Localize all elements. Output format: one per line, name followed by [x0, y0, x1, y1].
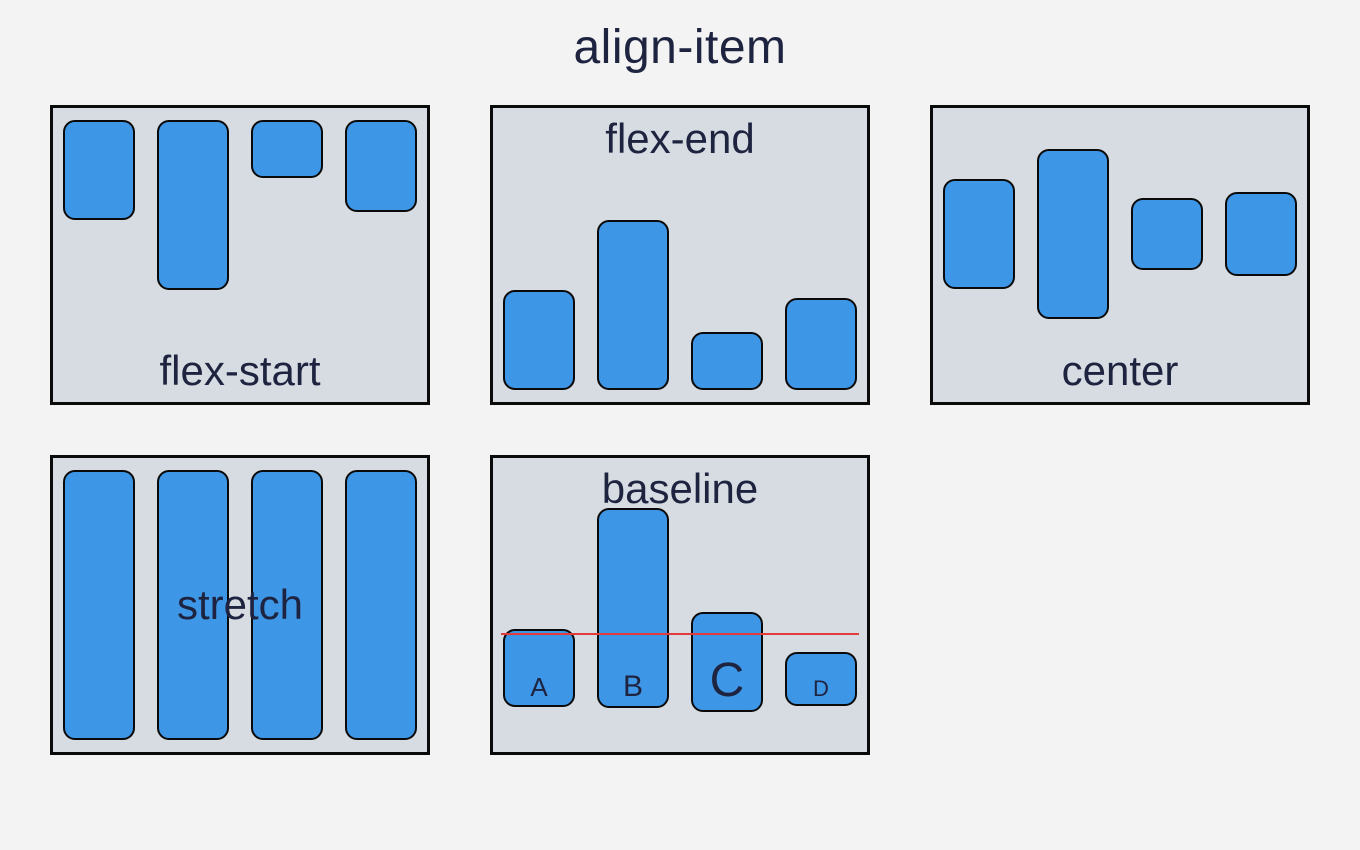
flex-item — [943, 179, 1015, 289]
flex-item — [691, 332, 763, 390]
panel-flex-start: flex-start — [50, 105, 430, 405]
flex-item — [251, 470, 323, 740]
panel-label-flex-start: flex-start — [53, 350, 427, 392]
baseline-items: A B C D — [503, 518, 857, 740]
flex-item — [345, 470, 417, 740]
flex-item — [157, 120, 229, 290]
page-title: align-item — [40, 20, 1320, 75]
panel-center: center — [930, 105, 1310, 405]
panel-label-flex-end: flex-end — [493, 118, 867, 160]
center-items — [943, 120, 1297, 347]
flex-item — [785, 298, 857, 390]
item-text: B — [623, 670, 643, 704]
flex-item — [503, 290, 575, 390]
item-text: C — [710, 653, 745, 708]
panel-label-baseline: baseline — [493, 468, 867, 510]
flex-item — [1037, 149, 1109, 319]
flex-end-items — [503, 168, 857, 390]
panel-baseline: baseline A B C D — [490, 455, 870, 755]
flex-item: B — [597, 508, 669, 708]
flex-item: D — [785, 652, 857, 706]
panel-grid: flex-start flex-end center — [40, 105, 1320, 755]
stretch-items — [63, 470, 417, 740]
flex-start-items — [63, 120, 417, 332]
flex-item — [1131, 198, 1203, 270]
flex-item — [251, 120, 323, 178]
panel-label-center: center — [933, 350, 1307, 392]
item-text: D — [813, 676, 829, 702]
flex-item — [1225, 192, 1297, 276]
flex-item: C — [691, 612, 763, 712]
flex-item — [63, 120, 135, 220]
diagram-page: align-item flex-start flex-end — [0, 0, 1360, 850]
panel-flex-end: flex-end — [490, 105, 870, 405]
flex-item — [157, 470, 229, 740]
flex-item — [597, 220, 669, 390]
item-text: A — [530, 672, 547, 703]
flex-item — [63, 470, 135, 740]
flex-item: A — [503, 629, 575, 707]
flex-item — [345, 120, 417, 212]
panel-stretch: stretch — [50, 455, 430, 755]
